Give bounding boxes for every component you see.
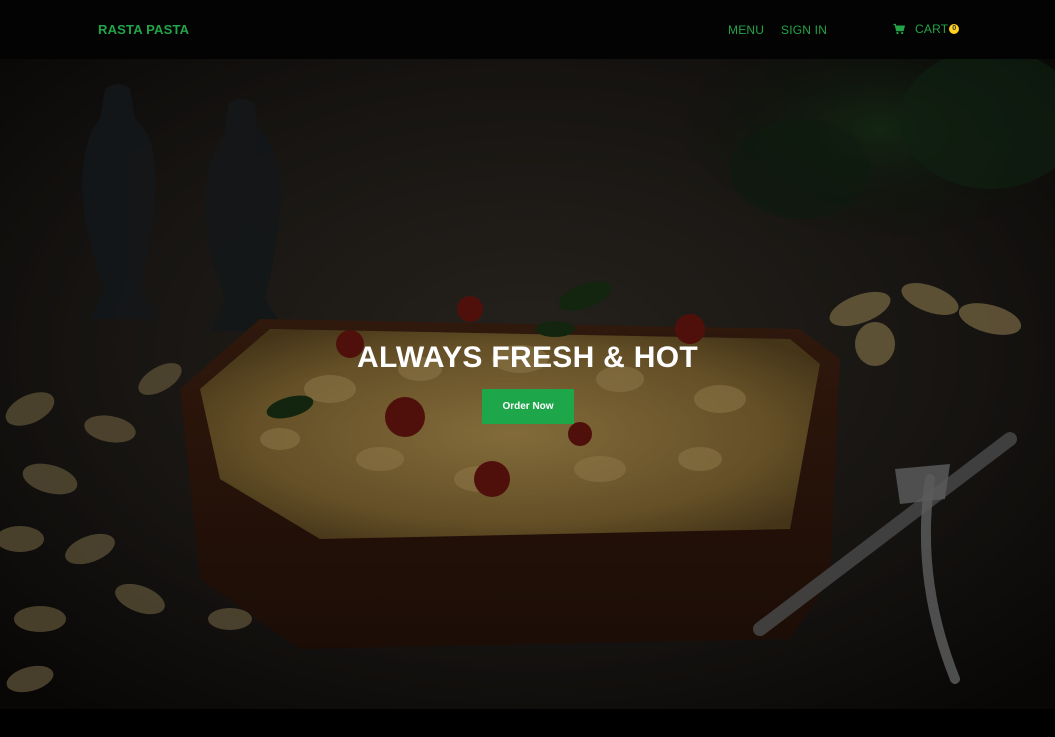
bottom-band bbox=[0, 709, 1055, 737]
cart-count-badge: 0 bbox=[949, 24, 960, 34]
nav-cart-link[interactable]: CART 0 bbox=[893, 22, 960, 36]
hero-background-image bbox=[0, 59, 1055, 709]
nav-menu-link[interactable]: MENU bbox=[728, 23, 764, 37]
cart-label: CART bbox=[915, 22, 949, 36]
nav-sign-in-link[interactable]: SIGN IN bbox=[781, 23, 827, 37]
shopping-cart-icon bbox=[893, 23, 906, 35]
navbar: RASTA PASTA MENU SIGN IN CART 0 bbox=[0, 0, 1055, 59]
hero-title: ALWAYS FRESH & HOT bbox=[357, 341, 698, 374]
order-now-button[interactable]: Order Now bbox=[482, 389, 574, 424]
hero-section: ALWAYS FRESH & HOT Order Now bbox=[0, 59, 1055, 709]
brand-logo-link[interactable]: RASTA PASTA bbox=[98, 22, 189, 37]
